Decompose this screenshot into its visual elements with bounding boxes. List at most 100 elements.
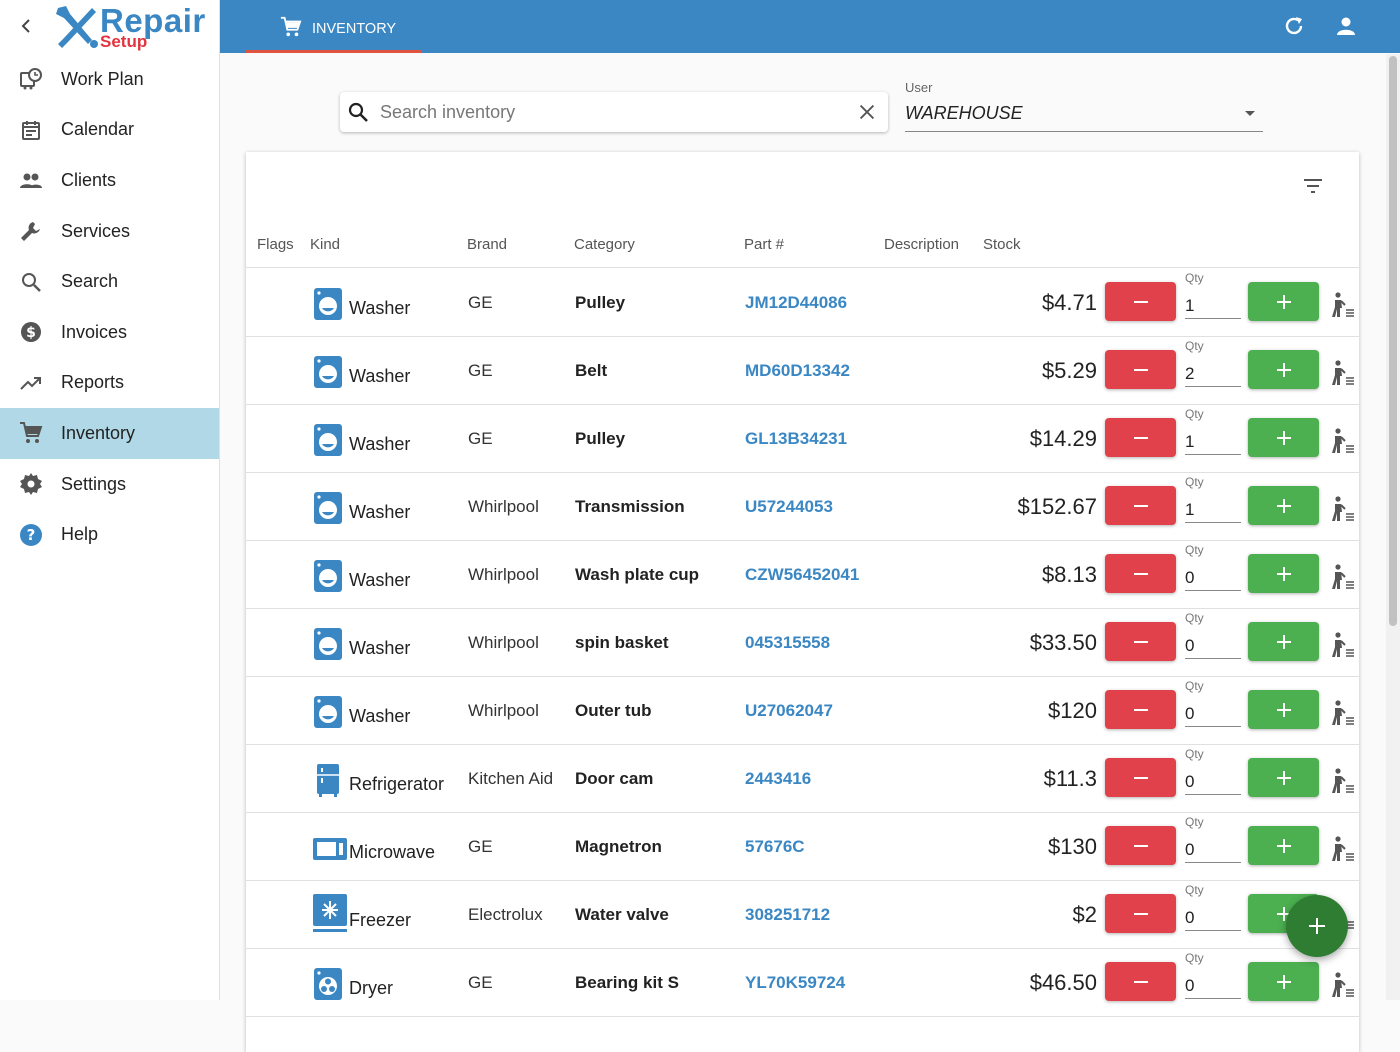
refresh-icon[interactable]: [1282, 14, 1306, 38]
table-row[interactable]: Washer GE Pulley GL13B34231 $14.29 Qty: [246, 405, 1359, 473]
assign-technician-icon[interactable]: [1329, 495, 1357, 523]
tab-indicator: [246, 50, 422, 53]
assign-technician-icon[interactable]: [1329, 359, 1357, 387]
sidebar-item-calendar[interactable]: Calendar: [0, 105, 219, 156]
assign-technician-icon[interactable]: [1329, 767, 1357, 795]
qty-input[interactable]: [1185, 497, 1241, 523]
qty-input[interactable]: [1185, 429, 1241, 455]
qty-field: Qty: [1185, 473, 1241, 527]
qty-input[interactable]: [1185, 769, 1241, 795]
table-row[interactable]: Freezer Electrolux Water valve 308251712 $2 Q…: [246, 881, 1359, 949]
column-header-flags[interactable]: Flags: [257, 236, 294, 253]
decrease-stock-button[interactable]: [1105, 758, 1176, 797]
assign-technician-icon[interactable]: [1329, 291, 1357, 319]
part-number-link[interactable]: 57676C: [745, 837, 805, 857]
column-header-part[interactable]: Part #: [744, 236, 784, 253]
increase-stock-button[interactable]: [1248, 418, 1319, 457]
part-number-link[interactable]: MD60D13342: [745, 361, 850, 381]
column-header-kind[interactable]: Kind: [310, 236, 340, 253]
part-number-link[interactable]: JM12D44086: [745, 293, 847, 313]
assign-technician-icon[interactable]: [1329, 699, 1357, 727]
close-icon[interactable]: [856, 101, 878, 123]
decrease-stock-button[interactable]: [1105, 962, 1176, 1001]
brand-cell: GE: [468, 293, 493, 312]
decrease-stock-button[interactable]: [1105, 554, 1176, 593]
sidebar-item-help[interactable]: ? Help: [0, 509, 219, 560]
decrease-stock-button[interactable]: [1105, 622, 1176, 661]
part-number-link[interactable]: CZW56452041: [745, 565, 859, 585]
sidebar-item-services[interactable]: Services: [0, 206, 219, 257]
part-number-link[interactable]: 308251712: [745, 905, 830, 925]
sidebar-item-reports[interactable]: Reports: [0, 358, 219, 409]
qty-field: Qty: [1185, 541, 1241, 595]
qty-input[interactable]: [1185, 633, 1241, 659]
scrollbar[interactable]: [1386, 54, 1400, 1000]
scrollbar-thumb[interactable]: [1389, 56, 1397, 626]
column-header-category[interactable]: Category: [574, 236, 635, 253]
increase-stock-button[interactable]: [1248, 350, 1319, 389]
qty-input[interactable]: [1185, 293, 1241, 319]
qty-input[interactable]: [1185, 905, 1241, 931]
table-row[interactable]: Washer Whirlpool spin basket 045315558 $33.5…: [246, 609, 1359, 677]
account-icon[interactable]: [1334, 14, 1358, 38]
part-number-link[interactable]: GL13B34231: [745, 429, 847, 449]
table-row[interactable]: Washer GE Belt MD60D13342 $5.29 Qty: [246, 337, 1359, 405]
part-number-link[interactable]: YL70K59724: [745, 973, 845, 993]
assign-technician-icon[interactable]: [1329, 563, 1357, 591]
search-input[interactable]: [380, 97, 840, 127]
part-number-link[interactable]: 045315558: [745, 633, 830, 653]
chevron-left-icon[interactable]: [14, 14, 38, 38]
filter-icon[interactable]: [1301, 174, 1325, 198]
increase-stock-button[interactable]: [1248, 758, 1319, 797]
assign-technician-icon[interactable]: [1329, 835, 1357, 863]
washer-icon: [313, 287, 343, 321]
qty-input[interactable]: [1185, 361, 1241, 387]
sidebar-item-settings[interactable]: Settings: [0, 459, 219, 510]
increase-stock-button[interactable]: [1248, 486, 1319, 525]
sidebar-item-search[interactable]: Search: [0, 256, 219, 307]
kind-label: Dryer: [349, 978, 393, 998]
user-select[interactable]: User WAREHOUSE: [905, 78, 1263, 132]
table-row[interactable]: Washer GE Pulley JM12D44086 $4.71 Qty: [246, 269, 1359, 337]
decrease-stock-button[interactable]: [1105, 894, 1176, 933]
part-number-link[interactable]: U27062047: [745, 701, 833, 721]
sidebar-item-clients[interactable]: Clients: [0, 155, 219, 206]
increase-stock-button[interactable]: [1248, 554, 1319, 593]
assign-technician-icon[interactable]: [1329, 427, 1357, 455]
price-cell: $152.67: [1017, 494, 1097, 519]
part-number-link[interactable]: 2443416: [745, 769, 811, 789]
qty-label: Qty: [1185, 407, 1204, 421]
column-header-brand[interactable]: Brand: [467, 236, 507, 253]
table-row[interactable]: Washer Whirlpool Transmission U57244053 $152…: [246, 473, 1359, 541]
increase-stock-button[interactable]: [1248, 690, 1319, 729]
add-item-fab[interactable]: [1286, 895, 1348, 957]
decrease-stock-button[interactable]: [1105, 826, 1176, 865]
decrease-stock-button[interactable]: [1105, 418, 1176, 457]
increase-stock-button[interactable]: [1248, 282, 1319, 321]
qty-input[interactable]: [1185, 837, 1241, 863]
qty-input[interactable]: [1185, 701, 1241, 727]
part-number-link[interactable]: U57244053: [745, 497, 833, 517]
table-row[interactable]: Washer Whirlpool Outer tub U27062047 $120 Qty: [246, 677, 1359, 745]
table-row[interactable]: Refrigerator Kitchen Aid Door cam 2443416 $1…: [246, 745, 1359, 813]
qty-input[interactable]: [1185, 565, 1241, 591]
assign-technician-icon[interactable]: [1329, 971, 1357, 999]
increase-stock-button[interactable]: [1248, 622, 1319, 661]
column-header-stock[interactable]: Stock: [983, 236, 1021, 253]
increase-stock-button[interactable]: [1248, 962, 1319, 1001]
increase-stock-button[interactable]: [1248, 826, 1319, 865]
decrease-stock-button[interactable]: [1105, 486, 1176, 525]
tab-inventory[interactable]: INVENTORY: [246, 0, 422, 53]
table-row[interactable]: Microwave GE Magnetron 57676C $130 Qty: [246, 813, 1359, 881]
table-row[interactable]: Washer Whirlpool Wash plate cup CZW56452041…: [246, 541, 1359, 609]
qty-input[interactable]: [1185, 973, 1241, 999]
decrease-stock-button[interactable]: [1105, 282, 1176, 321]
decrease-stock-button[interactable]: [1105, 690, 1176, 729]
sidebar-item-work-plan[interactable]: Work Plan: [0, 54, 219, 105]
column-header-description[interactable]: Description: [884, 236, 959, 253]
decrease-stock-button[interactable]: [1105, 350, 1176, 389]
assign-technician-icon[interactable]: [1329, 631, 1357, 659]
sidebar-item-invoices[interactable]: $ Invoices: [0, 307, 219, 358]
table-row[interactable]: Dryer GE Bearing kit S YL70K59724 $46.50 Qty: [246, 949, 1359, 1017]
sidebar-item-inventory[interactable]: Inventory: [0, 408, 219, 459]
